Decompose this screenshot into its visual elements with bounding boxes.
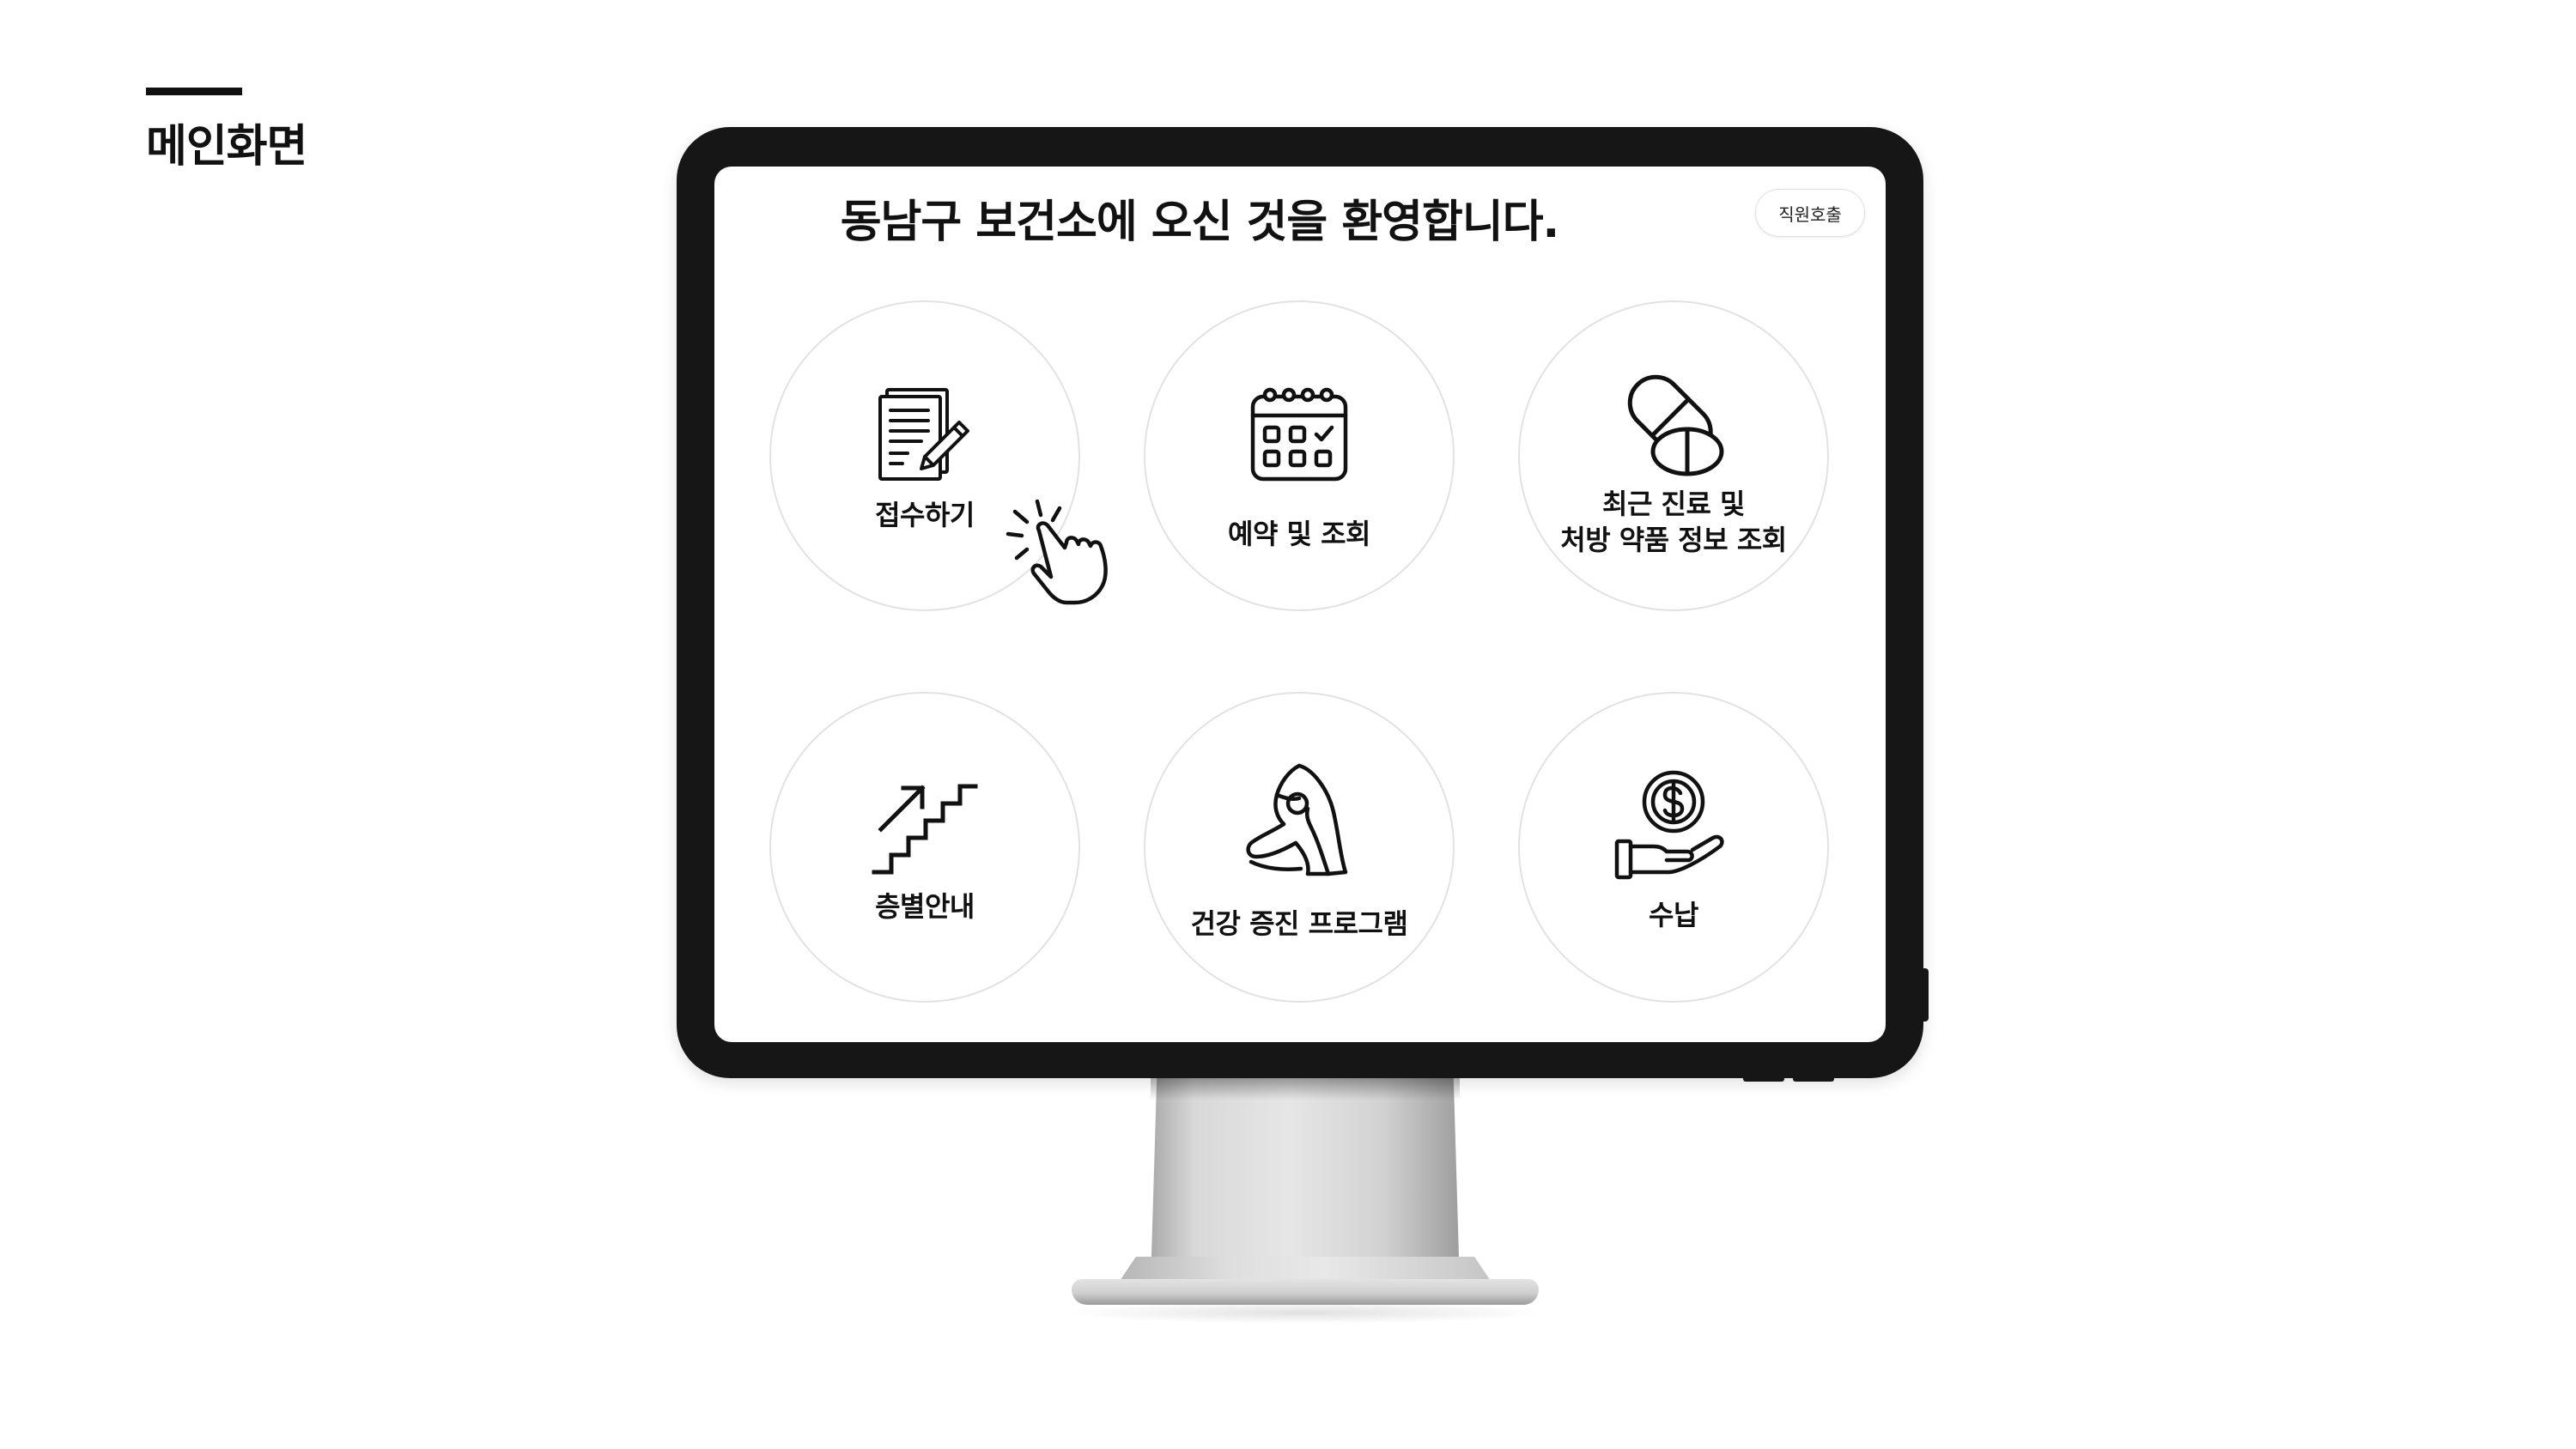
menu-label: 건강 증진 프로그램 bbox=[1190, 907, 1408, 940]
calendar-icon bbox=[1250, 387, 1348, 482]
menu-reservation-button[interactable]: 예약 및 조회 bbox=[1144, 300, 1455, 611]
menu-label: 최근 진료 및 처방 약품 정보 조회 bbox=[1560, 488, 1787, 556]
monitor-bottom-button bbox=[1743, 1076, 1784, 1082]
kiosk-screen: 동남구 보건소에 오신 것을 환영합니다. 직원호출 접수하기 예약 및 조회 … bbox=[714, 167, 1886, 1042]
menu-prescription-button[interactable]: 최근 진료 및 처방 약품 정보 조회 bbox=[1518, 300, 1829, 611]
slide-title: 메인화면 bbox=[146, 121, 307, 173]
hand-coin-icon bbox=[1614, 770, 1724, 880]
monitor-side-button bbox=[1922, 968, 1929, 1022]
monitor-stand-neck bbox=[1151, 1078, 1460, 1284]
document-pen-icon bbox=[878, 388, 969, 481]
slide-header-bar bbox=[146, 88, 242, 95]
monitor-stand-base bbox=[1072, 1279, 1539, 1305]
welcome-title: 동남구 보건소에 오신 것을 환영합니다. bbox=[840, 197, 1560, 248]
monitor-stand-shadow bbox=[1151, 1078, 1460, 1100]
menu-payment-button[interactable]: 수납 bbox=[1518, 692, 1829, 1003]
monitor-bottom-button bbox=[1793, 1076, 1834, 1082]
pill-capsule-icon bbox=[1627, 374, 1724, 476]
stairs-arrow-icon bbox=[872, 784, 978, 875]
menu-label: 수납 bbox=[1649, 899, 1698, 931]
menu-health-program-button[interactable]: 건강 증진 프로그램 bbox=[1144, 692, 1455, 1003]
menu-label: 예약 및 조회 bbox=[1228, 518, 1370, 550]
staff-call-button[interactable]: 직원호출 bbox=[1755, 189, 1865, 237]
hand-pointer-icon bbox=[1005, 499, 1108, 605]
yoga-pose-icon bbox=[1246, 763, 1348, 876]
menu-floor-guide-button[interactable]: 층별안내 bbox=[769, 692, 1080, 1003]
menu-label: 층별안내 bbox=[875, 890, 975, 923]
